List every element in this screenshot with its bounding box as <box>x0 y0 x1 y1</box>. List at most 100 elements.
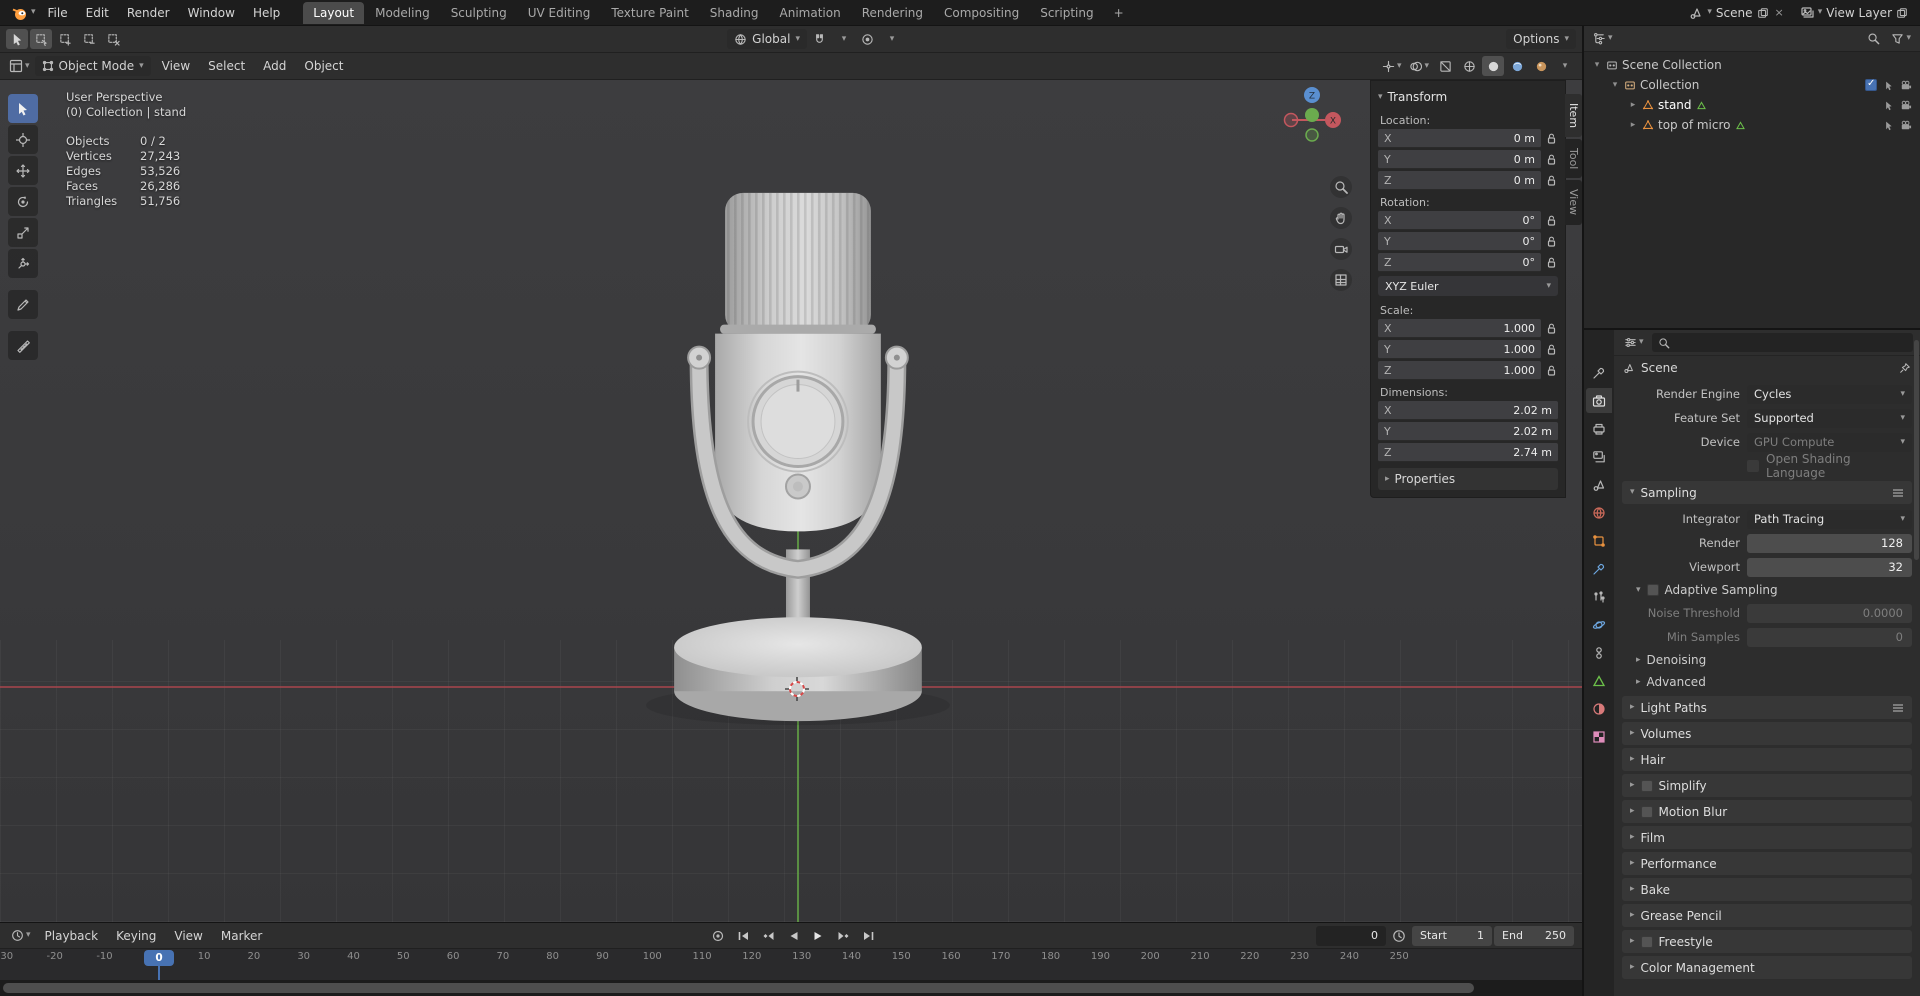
scale-field[interactable]: X 1.000 <box>1378 319 1541 338</box>
tool-scale[interactable] <box>8 218 38 247</box>
subpanel-header[interactable]: ▸ Advanced <box>1622 671 1912 693</box>
section-header[interactable]: ▸ Performance <box>1622 852 1912 875</box>
transform-panel-header[interactable]: ▾ Transform <box>1378 86 1558 108</box>
lock-icon[interactable] <box>1545 215 1558 226</box>
rotation-field[interactable]: Z 0° <box>1378 253 1541 272</box>
section-header[interactable]: ▸ Hair <box>1622 748 1912 771</box>
viewport-menu-item[interactable]: View <box>153 56 199 76</box>
timeline-menu-item[interactable]: Playback <box>36 926 108 946</box>
topbar-menu-item[interactable]: Render <box>118 3 179 23</box>
lock-icon[interactable] <box>1545 154 1558 165</box>
topbar-menu-item[interactable]: File <box>39 3 77 23</box>
lock-icon[interactable] <box>1545 133 1558 144</box>
expand-icon[interactable]: ▾ <box>1592 60 1602 70</box>
play-reverse-button[interactable] <box>781 926 805 946</box>
snap-options-dropdown[interactable]: ▾ <box>833 29 855 49</box>
workspace-tab[interactable]: Shading <box>700 2 769 24</box>
scale-field[interactable]: Y 1.000 <box>1378 340 1541 359</box>
section-header[interactable]: ▸ Bake <box>1622 878 1912 901</box>
section-header[interactable]: ▸ Color Management <box>1622 956 1912 979</box>
gizmo-minus-y[interactable] <box>1305 128 1319 142</box>
add-workspace-button[interactable]: + <box>1104 2 1134 24</box>
shading-wireframe-button[interactable] <box>1458 56 1480 76</box>
properties-scrollbar[interactable] <box>1914 340 1919 560</box>
show-gizmo-button[interactable]: ▾ <box>1379 56 1405 76</box>
adaptive-sampling-checkbox[interactable] <box>1646 584 1659 596</box>
noise-threshold-field[interactable]: 0.0000 <box>1747 603 1912 623</box>
section-header[interactable]: ▸ Freestyle <box>1622 930 1912 953</box>
lock-icon[interactable] <box>1545 236 1558 247</box>
section-header[interactable]: ▸ Volumes <box>1622 722 1912 745</box>
section-header[interactable]: ▸ Film <box>1622 826 1912 849</box>
rotation-field[interactable]: X 0° <box>1378 211 1541 230</box>
tab-tool[interactable] <box>1586 360 1612 385</box>
section-header[interactable]: ▸ Grease Pencil <box>1622 904 1912 927</box>
tab-modifiers[interactable] <box>1586 556 1612 581</box>
render-visibility-icon[interactable] <box>1900 100 1912 111</box>
tool-transform[interactable] <box>8 249 38 278</box>
tab-render[interactable] <box>1586 388 1612 413</box>
unlink-scene-icon[interactable]: × <box>1773 6 1786 19</box>
timeline-scrollbar-thumb[interactable] <box>3 983 1475 993</box>
outliner-editor-type-button[interactable]: ▾ <box>1590 29 1616 49</box>
gizmo-y-axis[interactable] <box>1305 108 1319 122</box>
object-row[interactable]: ▸ top of micro <box>1588 115 1916 135</box>
location-field[interactable]: X 0 m <box>1378 129 1541 148</box>
shading-material-button[interactable] <box>1506 56 1528 76</box>
scene-selector[interactable]: ▾ Scene × <box>1685 4 1789 22</box>
viewport-menu-item[interactable]: Select <box>199 56 254 76</box>
active-tool-button[interactable] <box>6 29 28 49</box>
panel-menu-icon[interactable] <box>1892 703 1904 713</box>
osl-checkbox[interactable] <box>1747 460 1759 472</box>
viewport-canvas[interactable]: User Perspective (0) Collection | stand … <box>0 80 1582 922</box>
topbar-menu-item[interactable]: Window <box>179 3 244 23</box>
navigation-gizmo[interactable]: X Z <box>1276 82 1348 154</box>
prev-keyframe-button[interactable] <box>756 926 780 946</box>
camera-view-button[interactable] <box>1330 238 1352 260</box>
device-dropdown[interactable]: GPU Compute ▾ <box>1747 432 1912 452</box>
tab-texture[interactable] <box>1586 724 1612 749</box>
select-mode-extend-button[interactable] <box>54 29 76 49</box>
gizmo-minus-x[interactable] <box>1283 112 1299 128</box>
render-samples-field[interactable]: 128 <box>1747 533 1912 553</box>
topbar-menu-item[interactable]: Edit <box>77 3 118 23</box>
orthographic-toggle-button[interactable] <box>1330 269 1352 291</box>
options-dropdown[interactable]: Options ▾ <box>1506 29 1576 49</box>
current-frame-field[interactable]: 0 <box>1316 925 1387 946</box>
location-field[interactable]: Y 0 m <box>1378 150 1541 169</box>
section-header[interactable]: ▸ Motion Blur <box>1622 800 1912 823</box>
select-mode-subtract-button[interactable] <box>78 29 100 49</box>
shading-options-dropdown[interactable]: ▾ <box>1554 56 1576 76</box>
section-header[interactable]: ▸ Simplify <box>1622 774 1912 797</box>
mode-dropdown[interactable]: Object Mode ▾ <box>34 56 151 76</box>
topbar-menu-item[interactable]: Help <box>244 3 289 23</box>
outliner-search-button[interactable] <box>1862 29 1884 49</box>
workspace-tab[interactable]: Modeling <box>365 2 440 24</box>
panel-menu-icon[interactable] <box>1892 488 1904 498</box>
new-scene-icon[interactable] <box>1757 7 1769 19</box>
end-frame-field[interactable]: End 250 <box>1494 925 1575 946</box>
tool-measure[interactable] <box>8 331 38 360</box>
pin-icon[interactable] <box>1899 362 1911 374</box>
next-keyframe-button[interactable] <box>831 926 855 946</box>
snap-toggle-button[interactable] <box>809 29 831 49</box>
show-overlays-button[interactable]: ▾ <box>1406 56 1432 76</box>
render-visibility-icon[interactable] <box>1900 120 1912 131</box>
play-button[interactable] <box>806 926 830 946</box>
jump-to-end-button[interactable] <box>856 926 880 946</box>
workspace-tab[interactable]: Layout <box>303 1 365 24</box>
dimension-field[interactable]: Z 2.74 m <box>1378 443 1558 462</box>
editor-type-button[interactable]: ▾ <box>6 56 33 76</box>
tool-annotate[interactable] <box>8 290 38 319</box>
timeline-menu-item[interactable]: Keying <box>107 926 165 946</box>
section-checkbox[interactable] <box>1640 805 1653 818</box>
lock-icon[interactable] <box>1545 365 1558 376</box>
dimension-field[interactable]: X 2.02 m <box>1378 401 1558 420</box>
tab-object-data[interactable] <box>1586 668 1612 693</box>
viewport-menu-item[interactable]: Add <box>254 56 295 76</box>
selectable-icon[interactable] <box>1883 100 1894 111</box>
rotation-field[interactable]: Y 0° <box>1378 232 1541 251</box>
feature-set-dropdown[interactable]: Supported ▾ <box>1747 408 1912 428</box>
lock-icon[interactable] <box>1545 175 1558 186</box>
viewport-samples-field[interactable]: 32 <box>1747 557 1912 577</box>
